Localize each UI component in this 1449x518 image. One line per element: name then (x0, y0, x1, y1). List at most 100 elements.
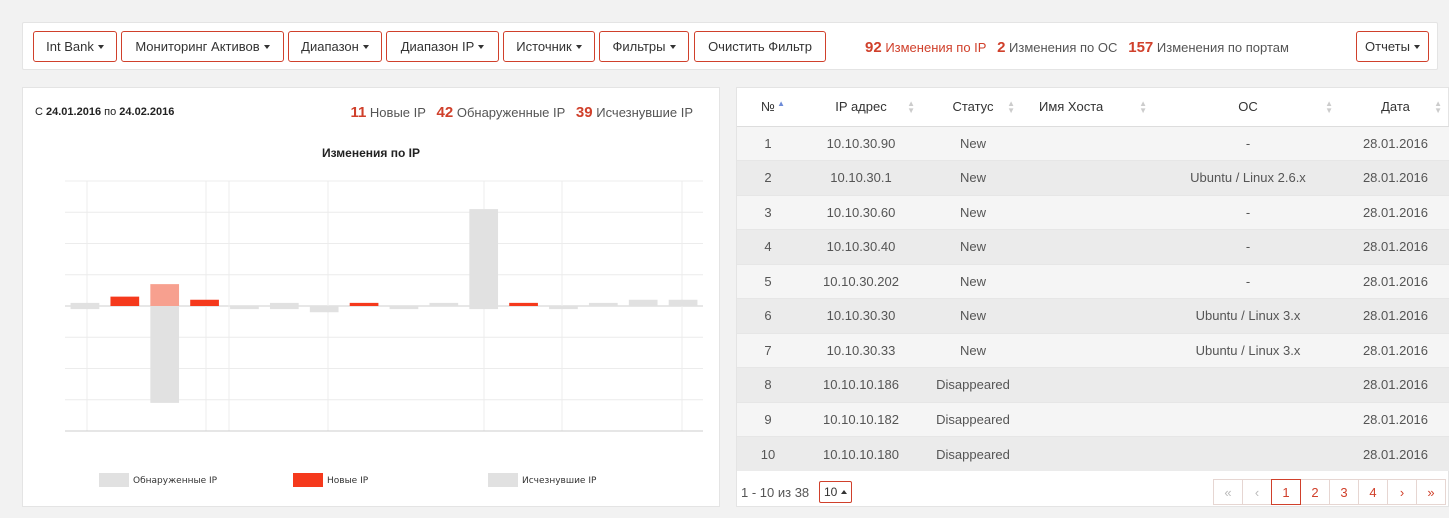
column-header-number[interactable]: № ▲ (737, 88, 799, 127)
page-size-select[interactable]: 10 (819, 481, 853, 503)
prev-page-button[interactable]: ‹ (1242, 479, 1272, 505)
cell-ip: 10.10.30.60 (799, 194, 923, 230)
range-dropdown[interactable]: Диапазон (288, 31, 382, 62)
ip-changes-panel: С 24.01.2016 по 24.02.2016 11 Новые IP 4… (22, 87, 720, 507)
column-header-hostname[interactable]: Имя Хоста ▲ ▼ (1023, 88, 1155, 127)
cell-host (1023, 332, 1155, 368)
column-header-ip[interactable]: IP адрес ▲ ▼ (799, 88, 923, 127)
table-row[interactable]: 1 10.10.30.90 New -28.01.2016 (737, 125, 1449, 161)
column-header-date[interactable]: Дата ▲ ▼ (1341, 88, 1449, 127)
last-page-button[interactable]: » (1416, 479, 1446, 505)
caret-down-icon (669, 44, 676, 49)
cell-os: Ubuntu / Linux 2.6.x (1155, 160, 1341, 195)
os-changes-count: 2 (997, 39, 1006, 56)
page-1-button[interactable]: 1 (1271, 479, 1301, 505)
table-row[interactable]: 4 10.10.30.40 New -28.01.2016 (737, 229, 1449, 264)
cell-host (1023, 298, 1155, 333)
cell-date: 28.01.2016 (1341, 367, 1449, 402)
table-footer: 1 - 10 из 38 10 « ‹ 1 2 3 4 › » (737, 478, 1449, 508)
page-4-button[interactable]: 4 (1358, 479, 1388, 505)
clear-filter-button[interactable]: Очистить Фильтр (694, 31, 826, 62)
bar-new (150, 284, 180, 306)
cell-host (1023, 263, 1155, 299)
table-row[interactable]: 8 10.10.10.186 Disappeared 28.01.2016 (737, 367, 1449, 402)
cell-ip: 10.10.10.182 (799, 401, 923, 437)
cell-ip: 10.10.30.202 (799, 263, 923, 299)
pagination: « ‹ 1 2 3 4 › » (1213, 479, 1446, 505)
sort-icon: ▲ ▼ (907, 99, 915, 115)
cell-os (1155, 401, 1341, 437)
bar-found (668, 299, 698, 306)
cell-date: 28.01.2016 (1341, 436, 1449, 471)
bar-new (110, 296, 140, 306)
table-row[interactable]: 3 10.10.30.60 New -28.01.2016 (737, 194, 1449, 230)
next-page-button[interactable]: › (1387, 479, 1417, 505)
cell-host (1023, 125, 1155, 161)
legend-swatch (488, 473, 518, 487)
cell-status: New (923, 125, 1023, 161)
bar-found (588, 302, 618, 306)
cell-date: 28.01.2016 (1341, 298, 1449, 333)
cell-num: 8 (737, 367, 799, 402)
ip-table: № ▲ IP адрес ▲ ▼ Статус ▲ ▼ Имя Хоста ▲ ▼ ОС ▲ ▼ … (737, 88, 1449, 471)
ip-changes-link[interactable]: Изменения по IP (885, 40, 986, 55)
bar-found (429, 302, 459, 306)
bar-gone (309, 306, 339, 313)
table-header-row: № ▲ IP адрес ▲ ▼ Статус ▲ ▼ Имя Хоста ▲ ▼ ОС ▲ ▼ … (737, 88, 1449, 127)
bank-dropdown[interactable]: Int Bank (33, 31, 117, 62)
cell-os (1155, 367, 1341, 402)
bar-gone (269, 306, 299, 310)
ip-range-dropdown[interactable]: Диапазон IP (386, 31, 499, 62)
legend-label: Исчезнувшие IP (522, 476, 597, 486)
cell-host (1023, 160, 1155, 195)
table-row[interactable]: 10 10.10.10.180 Disappeared 28.01.2016 (737, 436, 1449, 471)
asset-monitoring-dropdown[interactable]: Мониторинг Активов (121, 31, 284, 62)
caret-down-icon (263, 44, 270, 49)
caret-down-icon (362, 44, 369, 49)
cell-host (1023, 401, 1155, 437)
cell-num: 2 (737, 160, 799, 195)
cell-date: 28.01.2016 (1341, 229, 1449, 264)
bar-found (269, 302, 299, 306)
cell-num: 9 (737, 401, 799, 437)
cell-os: - (1155, 194, 1341, 230)
cell-ip: 10.10.10.180 (799, 436, 923, 471)
table-row[interactable]: 6 10.10.30.30 New Ubuntu / Linux 3.x 28.01.2… (737, 298, 1449, 333)
column-header-os[interactable]: ОС ▲ ▼ (1155, 88, 1341, 127)
cell-num: 1 (737, 125, 799, 161)
table-row[interactable]: 5 10.10.30.202 New -28.01.2016 (737, 263, 1449, 299)
page-3-button[interactable]: 3 (1329, 479, 1359, 505)
filter-toolbar: Int Bank Мониторинг Активов Диапазон Диа… (22, 22, 1438, 70)
cell-status: New (923, 263, 1023, 299)
ip-changes-count: 92 (865, 39, 882, 56)
bar-gone (549, 306, 578, 310)
table-row[interactable]: 9 10.10.10.182 Disappeared 28.01.2016 (737, 401, 1449, 437)
cell-date: 28.01.2016 (1341, 194, 1449, 230)
os-changes-label: Изменения по ОС (1009, 40, 1118, 55)
cell-host (1023, 229, 1155, 264)
cell-status: New (923, 298, 1023, 333)
pagination-info: 1 - 10 из 38 (741, 485, 810, 500)
cell-host (1023, 367, 1155, 402)
cell-status: Disappeared (923, 367, 1023, 402)
cell-num: 6 (737, 298, 799, 333)
cell-host (1023, 436, 1155, 471)
bar-gone (389, 306, 419, 310)
caret-down-icon (97, 44, 104, 49)
reports-dropdown[interactable]: Отчеты (1356, 31, 1429, 62)
filters-dropdown[interactable]: Фильтры (599, 31, 689, 62)
table-row[interactable]: 7 10.10.30.33 New Ubuntu / Linux 3.x 28.01.2… (737, 332, 1449, 368)
cell-os (1155, 436, 1341, 471)
cell-os: - (1155, 125, 1341, 161)
bar-gone (150, 306, 180, 403)
source-dropdown[interactable]: Источник (503, 31, 595, 62)
cell-os: - (1155, 263, 1341, 299)
page-2-button[interactable]: 2 (1300, 479, 1330, 505)
cell-os: Ubuntu / Linux 3.x (1155, 298, 1341, 333)
cell-num: 3 (737, 194, 799, 230)
sort-icon: ▲ ▼ (1325, 99, 1333, 115)
cell-ip: 10.10.30.1 (799, 160, 923, 195)
column-header-status[interactable]: Статус ▲ ▼ (923, 88, 1023, 127)
first-page-button[interactable]: « (1213, 479, 1243, 505)
table-row[interactable]: 2 10.10.30.1 New Ubuntu / Linux 2.6.x 28.01.… (737, 160, 1449, 195)
